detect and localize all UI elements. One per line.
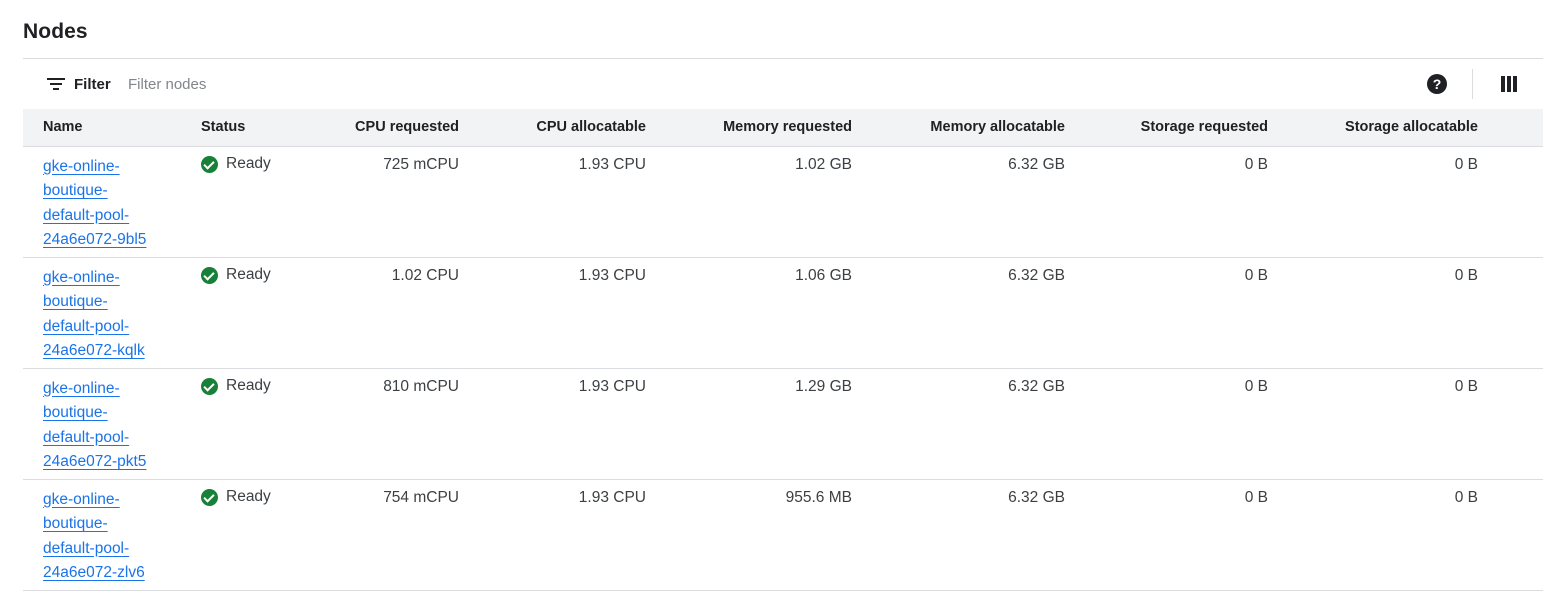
node-name-link[interactable]: gke-online-boutique-default-pool- 24a6e07… [43,377,168,475]
page-title: Nodes [23,20,88,43]
status-cell: Ready [181,257,319,369]
memory-allocatable-cell: 6.32 GB [852,479,1065,591]
column-header-cpu-allocatable[interactable]: CPU allocatable [459,109,646,147]
cpu-allocatable-cell: 1.93 CPU [459,479,646,591]
cpu-requested-cell: 1.02 CPU [319,257,459,369]
table-header-row: Name Status CPU requested CPU allocatabl… [23,109,1543,147]
cpu-allocatable-cell: 1.93 CPU [459,368,646,480]
table-row: gke-online-boutique-default-pool- 24a6e07… [23,368,1543,480]
toolbar-divider [1472,69,1473,99]
status-label: Ready [226,377,271,394]
table-row: gke-online-boutique-default-pool- 24a6e07… [23,257,1543,369]
memory-requested-cell: 955.6 MB [646,479,852,591]
column-header-memory-allocatable[interactable]: Memory allocatable [852,109,1065,147]
nodes-table: Name Status CPU requested CPU allocatabl… [23,109,1543,591]
column-header-status[interactable]: Status [181,109,319,147]
memory-allocatable-cell: 6.32 GB [852,146,1065,258]
storage-requested-cell: 0 B [1065,257,1268,369]
storage-allocatable-cell: 0 B [1268,146,1478,258]
cpu-requested-cell: 810 mCPU [319,368,459,480]
cpu-allocatable-cell: 1.93 CPU [459,146,646,258]
node-name-cell: gke-online-boutique-default-pool- 24a6e07… [23,257,181,369]
check-circle-icon [201,377,218,395]
status-cell: Ready [181,479,319,591]
check-circle-icon [201,488,218,506]
column-header-name[interactable]: Name [23,109,181,147]
column-header-cpu-requested[interactable]: CPU requested [319,109,459,147]
filter-button[interactable]: Filter [47,71,111,97]
status-label: Ready [226,155,271,172]
node-name-cell: gke-online-boutique-default-pool- 24a6e07… [23,146,181,258]
storage-requested-cell: 0 B [1065,368,1268,480]
status-cell: Ready [181,146,319,258]
storage-allocatable-cell: 0 B [1268,368,1478,480]
memory-requested-cell: 1.06 GB [646,257,852,369]
table-row: gke-online-boutique-default-pool- 24a6e07… [23,146,1543,258]
cpu-requested-cell: 754 mCPU [319,479,459,591]
filter-nodes-input[interactable] [128,71,728,97]
row-spacer [1478,146,1543,258]
memory-allocatable-cell: 6.32 GB [852,368,1065,480]
filter-toolbar: Filter ? [23,59,1543,109]
column-header-storage-allocatable[interactable]: Storage allocatable [1268,109,1478,147]
row-spacer [1478,368,1543,480]
memory-requested-cell: 1.29 GB [646,368,852,480]
storage-allocatable-cell: 0 B [1268,479,1478,591]
node-name-cell: gke-online-boutique-default-pool- 24a6e07… [23,479,181,591]
status-label: Ready [226,266,271,283]
status-label: Ready [226,488,271,505]
column-header-spacer [1478,109,1543,147]
row-spacer [1478,257,1543,369]
help-circle-icon[interactable]: ? [1427,74,1447,94]
memory-allocatable-cell: 6.32 GB [852,257,1065,369]
column-header-memory-requested[interactable]: Memory requested [646,109,852,147]
filter-list-icon [47,77,65,91]
status-cell: Ready [181,368,319,480]
storage-requested-cell: 0 B [1065,479,1268,591]
cpu-allocatable-cell: 1.93 CPU [459,257,646,369]
row-spacer [1478,479,1543,591]
column-header-storage-requested[interactable]: Storage requested [1065,109,1268,147]
check-circle-icon [201,266,218,284]
cpu-requested-cell: 725 mCPU [319,146,459,258]
memory-requested-cell: 1.02 GB [646,146,852,258]
storage-allocatable-cell: 0 B [1268,257,1478,369]
node-name-cell: gke-online-boutique-default-pool- 24a6e07… [23,368,181,480]
view-columns-icon[interactable] [1501,76,1517,92]
table-row: gke-online-boutique-default-pool- 24a6e07… [23,479,1543,591]
node-name-link[interactable]: gke-online-boutique-default-pool- 24a6e07… [43,488,168,586]
check-circle-icon [201,155,218,173]
storage-requested-cell: 0 B [1065,146,1268,258]
filter-label: Filter [74,75,111,93]
node-name-link[interactable]: gke-online-boutique-default-pool- 24a6e07… [43,266,168,364]
node-name-link[interactable]: gke-online-boutique-default-pool- 24a6e07… [43,155,168,253]
